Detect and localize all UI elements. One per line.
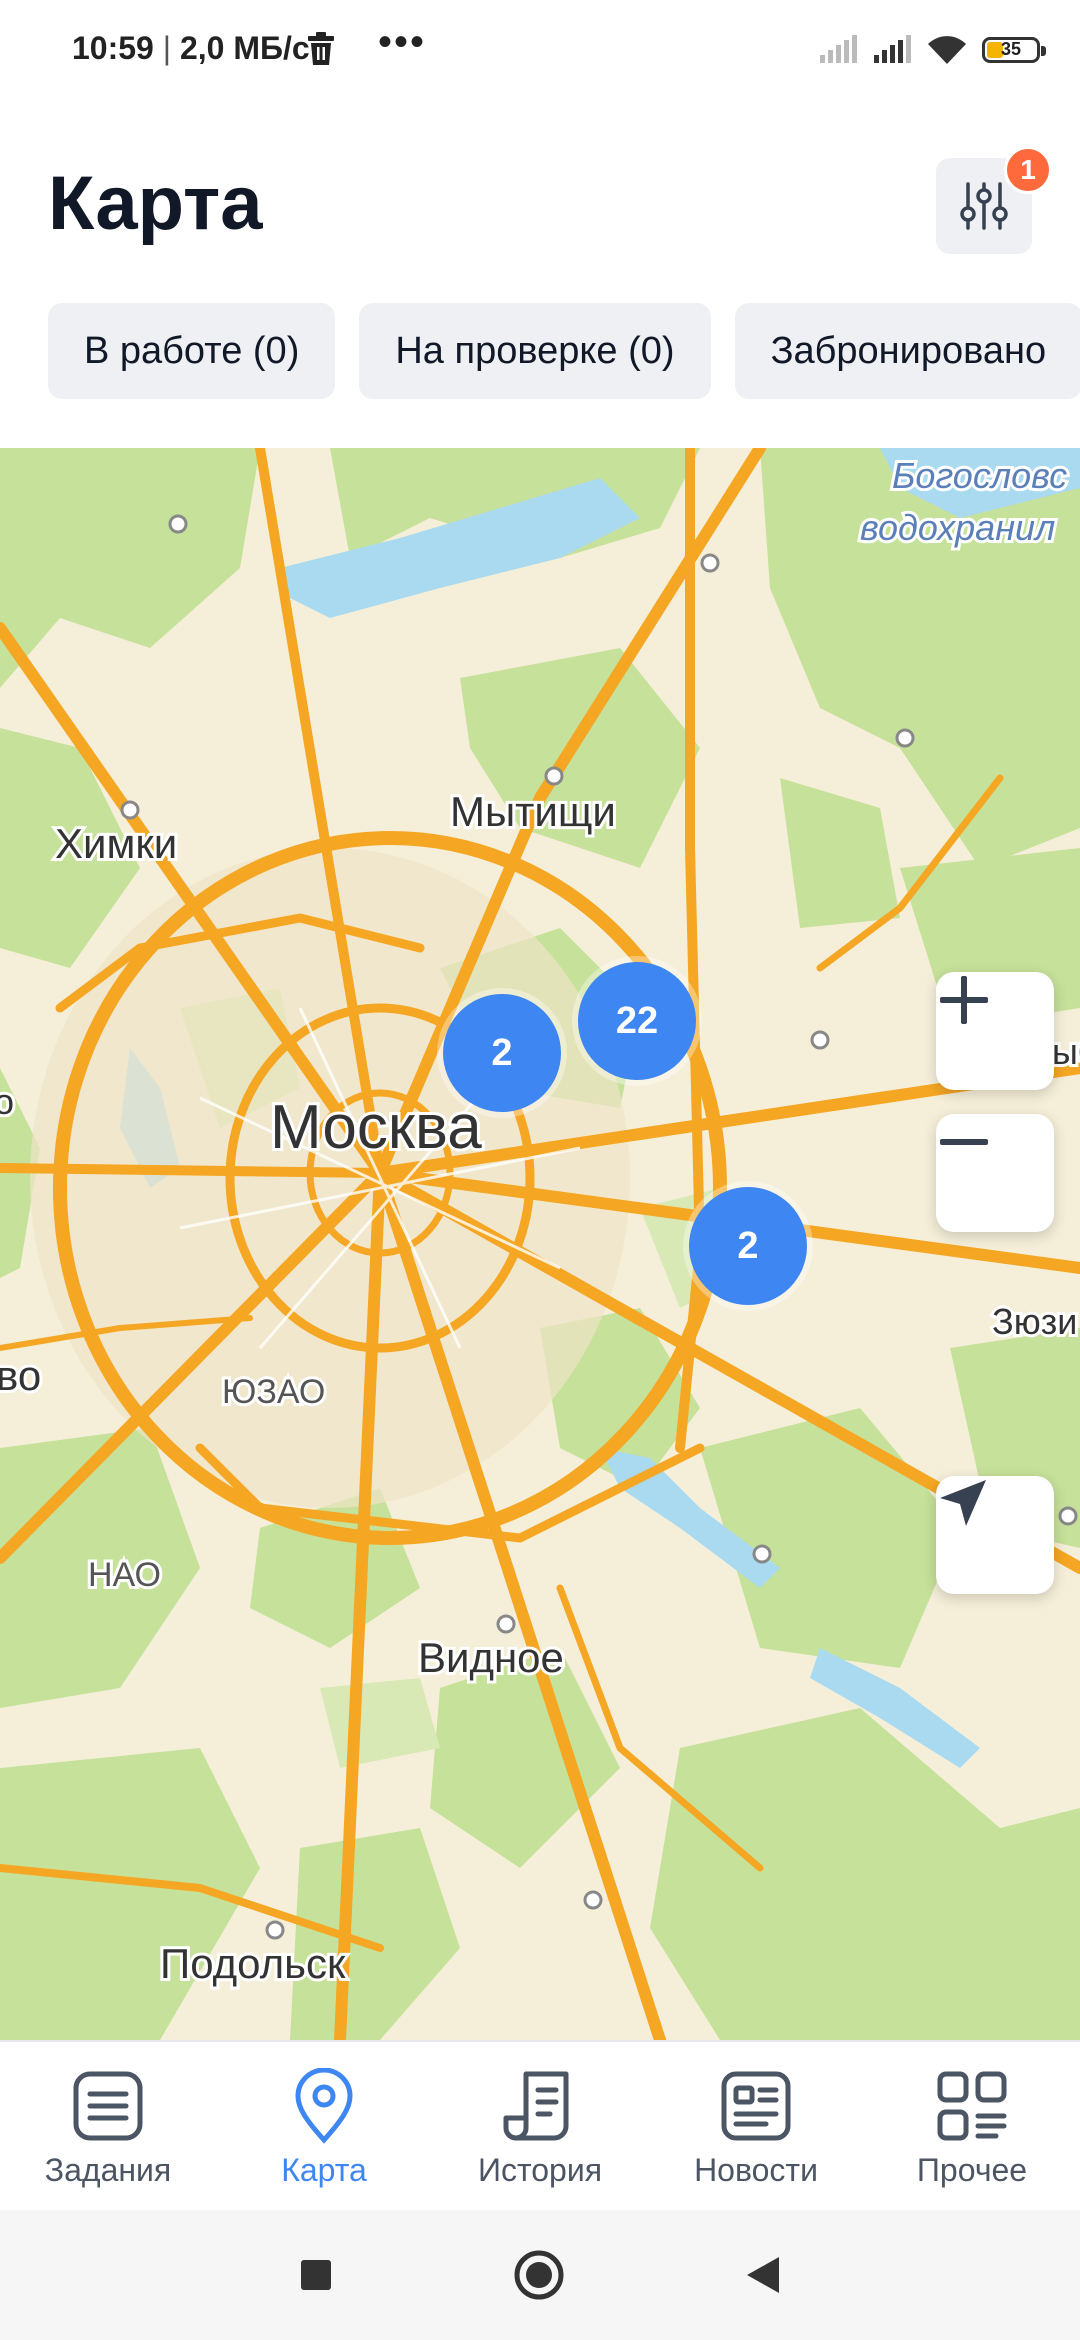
map-label-edge-o: о	[0, 1081, 14, 1122]
zoom-out-button[interactable]	[936, 1114, 1054, 1232]
clock: 10:59	[72, 30, 154, 66]
map-label-khimki: Химки	[55, 820, 177, 867]
chip-in-progress[interactable]: В работе (0)	[48, 303, 336, 399]
nav-news[interactable]: Новости	[648, 2042, 864, 2212]
map-label-bogoslovo-2: водохранил	[860, 507, 1055, 548]
status-filter-chips: В работе (0) На проверке (0) Забронирова…	[48, 303, 1080, 399]
more-dots-icon: •••	[378, 20, 427, 64]
map-label-podolsk: Подольск	[160, 1940, 346, 1987]
nav-tasks[interactable]: Задания	[0, 2042, 216, 2212]
nav-news-label: Новости	[694, 2152, 818, 2188]
map-label-yuzao: ЮЗАО	[222, 1373, 325, 1411]
separator: |	[162, 30, 172, 66]
filter-count-badge: 1	[1004, 146, 1052, 194]
battery-icon: 35	[982, 37, 1046, 63]
map-label-moscow: Москва	[270, 1093, 482, 1162]
zoom-in-button[interactable]	[936, 972, 1054, 1090]
navigation-arrow-icon	[940, 1480, 986, 1526]
map-label-mytishchi: Мытищи	[450, 788, 616, 835]
network-speed: 2,0 МБ/с	[179, 30, 310, 66]
bottom-navigation: Задания Карта История Новости Прочее	[0, 2040, 1080, 2212]
grid-more-icon	[937, 2071, 1007, 2141]
back-triangle-icon[interactable]	[745, 2255, 781, 2295]
nav-history[interactable]: История	[432, 2042, 648, 2212]
status-bar: 10:59 | 2,0 МБ/с ••• 35	[0, 0, 1080, 100]
map-pin-icon	[295, 2068, 353, 2144]
map-tiles: Москва Химки Мытищи ЮЗАО НАО Видное Подо…	[0, 448, 1080, 2040]
map-cluster[interactable]: 22	[578, 962, 696, 1080]
home-circle-icon[interactable]	[513, 2249, 565, 2301]
chip-under-review[interactable]: На проверке (0)	[359, 303, 711, 399]
system-navigation-bar	[0, 2210, 1080, 2340]
map-label-nao: НАО	[88, 1556, 161, 1594]
signal-icon	[874, 35, 911, 63]
map-label-edge-b: ы6	[1052, 1031, 1080, 1072]
battery-level: 35	[1000, 39, 1022, 59]
tasks-list-icon	[73, 2071, 143, 2141]
nav-history-label: История	[477, 2152, 603, 2188]
map-label-zyuzino: Зюзи	[992, 1301, 1077, 1342]
map-view[interactable]: Москва Химки Мытищи ЮЗАО НАО Видное Подо…	[0, 448, 1080, 2040]
page-title: Карта	[48, 161, 263, 246]
map-cluster[interactable]: 2	[689, 1187, 807, 1305]
nav-more[interactable]: Прочее	[864, 2042, 1080, 2212]
recents-square-icon[interactable]	[299, 2258, 333, 2292]
map-label-vidnoe: Видное	[418, 1634, 564, 1681]
map-label-edge-bo: во	[0, 1352, 41, 1399]
signal-icon	[820, 35, 857, 63]
map-cluster[interactable]: 2	[443, 994, 561, 1112]
history-document-icon	[503, 2071, 569, 2141]
status-time: 10:59 | 2,0 МБ/с	[72, 30, 310, 67]
wifi-icon	[928, 36, 966, 64]
news-icon	[721, 2071, 791, 2141]
sliders-icon	[960, 182, 1008, 230]
trash-icon	[308, 32, 334, 65]
plus-icon	[940, 976, 988, 1024]
map-label-bogoslovo-1: Богословс	[892, 455, 1067, 496]
status-icons: 35	[818, 34, 1046, 66]
nav-tasks-label: Задания	[44, 2152, 172, 2188]
chip-booked[interactable]: Забронировано	[734, 303, 1080, 399]
nav-map-label: Карта	[281, 2152, 367, 2188]
nav-more-label: Прочее	[916, 2152, 1028, 2188]
minus-icon	[940, 1139, 988, 1145]
locate-me-button[interactable]	[936, 1476, 1054, 1594]
nav-map[interactable]: Карта	[216, 2042, 432, 2212]
